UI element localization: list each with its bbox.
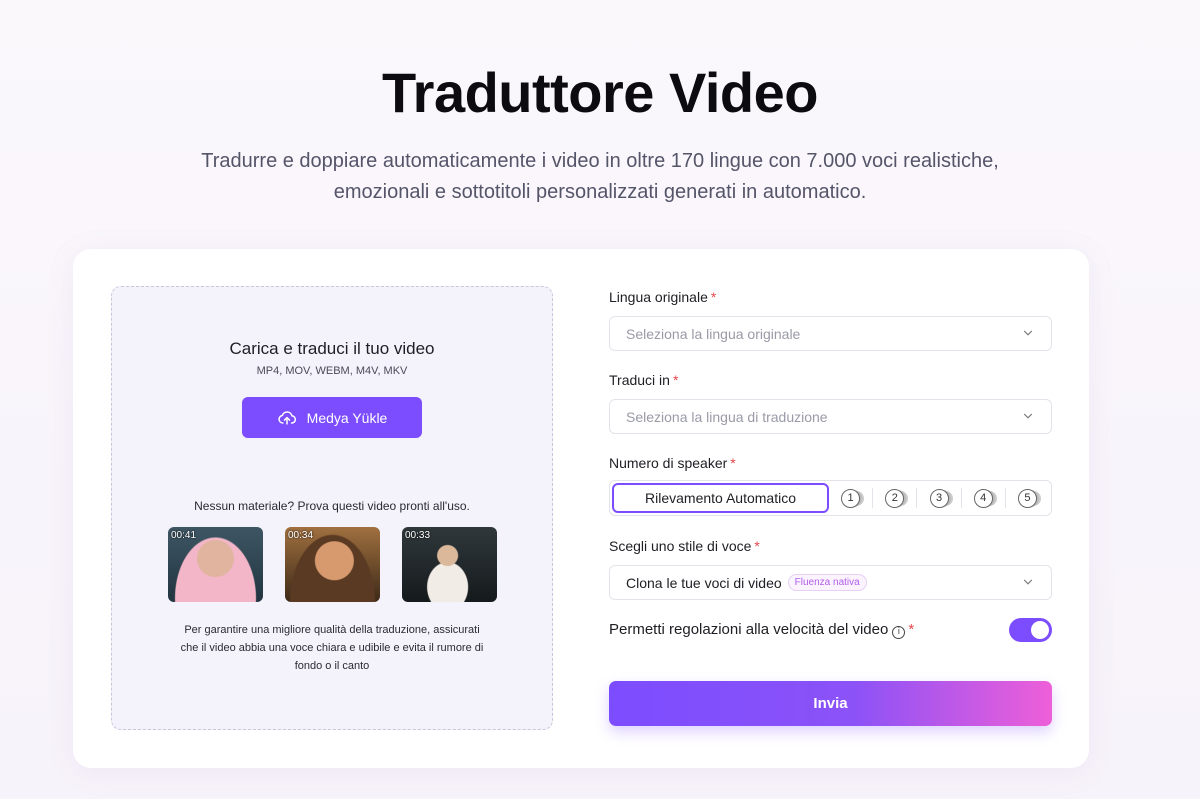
required-asterisk: * (754, 538, 760, 554)
quality-note-line: Per garantire una migliore qualità della… (184, 624, 480, 636)
toggle-knob (1031, 621, 1049, 639)
source-language-label: Lingua originale * (609, 289, 716, 305)
submit-button[interactable]: Invia (609, 681, 1052, 726)
speed-adjustment-toggle[interactable] (1009, 618, 1052, 642)
info-icon[interactable]: i (892, 625, 906, 639)
video-duration: 00:41 (171, 530, 197, 541)
target-language-label-text: Traduci in (609, 372, 670, 388)
video-duration: 00:34 (288, 530, 314, 541)
upload-media-button[interactable]: Medya Yükle (242, 397, 422, 438)
required-asterisk: * (672, 372, 679, 388)
required-asterisk: * (908, 621, 915, 639)
speaker-count-selector: Rilevamento Automatico 1 2 3 4 5 (609, 480, 1052, 516)
speaker-option-3[interactable]: 3 (917, 483, 960, 513)
voice-style-value: Clona le tue voci di video (626, 574, 782, 591)
source-language-select[interactable]: Seleziona la lingua originale (609, 316, 1052, 351)
speed-adjustment-row: Permetti regolazioni alla velocità del v… (609, 618, 1052, 642)
speakers-label-text: Numero di speaker (609, 455, 728, 471)
upload-title: Carica e traduci il tuo video (229, 339, 435, 358)
speaker-option-auto[interactable]: Rilevamento Automatico (612, 483, 829, 513)
quality-note-line: fondo o il canto (294, 660, 370, 672)
native-fluency-badge: Fluenza nativa (787, 574, 867, 591)
target-language-placeholder: Seleziona la lingua di traduzione (626, 408, 828, 425)
voice-style-label-text: Scegli uno stile di voce (609, 538, 752, 554)
target-language-label: Traduci in * (609, 372, 678, 388)
subtitle-line-2: emozionali e sottotitoli personalizzati … (333, 181, 867, 203)
speaker-option-4[interactable]: 4 (962, 483, 1005, 513)
upload-button-label: Medya Yükle (306, 409, 388, 426)
upload-formats: MP4, MOV, WEBM, M4V, MKV (256, 365, 408, 377)
quality-note: Per garantire una migliore qualità della… (152, 621, 512, 675)
voice-style-select[interactable]: Clona le tue voci di video Fluenza nativ… (609, 565, 1052, 600)
required-asterisk: * (730, 455, 736, 471)
speed-adjustment-label: Permetti regolazioni alla velocità del v… (609, 621, 914, 639)
quality-note-line: che il video abbia una voce chiara e udi… (180, 642, 484, 654)
speaker-count-icon: 5 (1017, 488, 1037, 508)
sample-video-thumbnail[interactable]: 00:33 (402, 527, 497, 602)
speaker-count-icon: 2 (885, 488, 905, 508)
sample-video-thumbnail[interactable]: 00:41 (168, 527, 263, 602)
speaker-count-icon: 1 (841, 488, 861, 508)
speed-adjustment-label-text: Permetti regolazioni alla velocità del v… (609, 621, 889, 639)
chevron-down-icon (1023, 413, 1033, 419)
translator-card: Carica e traduci il tuo video MP4, MOV, … (73, 249, 1089, 768)
upload-dropzone[interactable]: Carica e traduci il tuo video MP4, MOV, … (111, 286, 553, 730)
target-language-select[interactable]: Seleziona la lingua di traduzione (609, 399, 1052, 434)
chevron-down-icon (1023, 330, 1033, 336)
required-asterisk: * (710, 289, 717, 305)
speaker-option-1[interactable]: 1 (829, 483, 872, 513)
speakers-label: Numero di speaker * (609, 455, 736, 471)
cloud-upload-icon (278, 410, 296, 425)
speaker-count-icon: 4 (973, 488, 993, 508)
sample-videos: 00:41 00:34 00:33 (168, 527, 497, 602)
subtitle-line-1: Tradurre e doppiare automaticamente i vi… (201, 150, 999, 172)
samples-hint: Nessun materiale? Prova questi video pro… (194, 499, 470, 513)
voice-style-label: Scegli uno stile di voce * (609, 538, 760, 554)
source-language-label-text: Lingua originale (609, 289, 708, 305)
speaker-option-5[interactable]: 5 (1006, 483, 1049, 513)
speaker-option-2[interactable]: 2 (873, 483, 916, 513)
source-language-placeholder: Seleziona la lingua originale (626, 325, 801, 342)
sample-video-thumbnail[interactable]: 00:34 (285, 527, 380, 602)
speaker-count-icon: 3 (929, 488, 949, 508)
page-subtitle: Tradurre e doppiare automaticamente i vi… (100, 146, 1100, 208)
video-duration: 00:33 (405, 530, 431, 541)
page-title: Traduttore Video (382, 61, 818, 124)
chevron-down-icon (1023, 579, 1033, 585)
